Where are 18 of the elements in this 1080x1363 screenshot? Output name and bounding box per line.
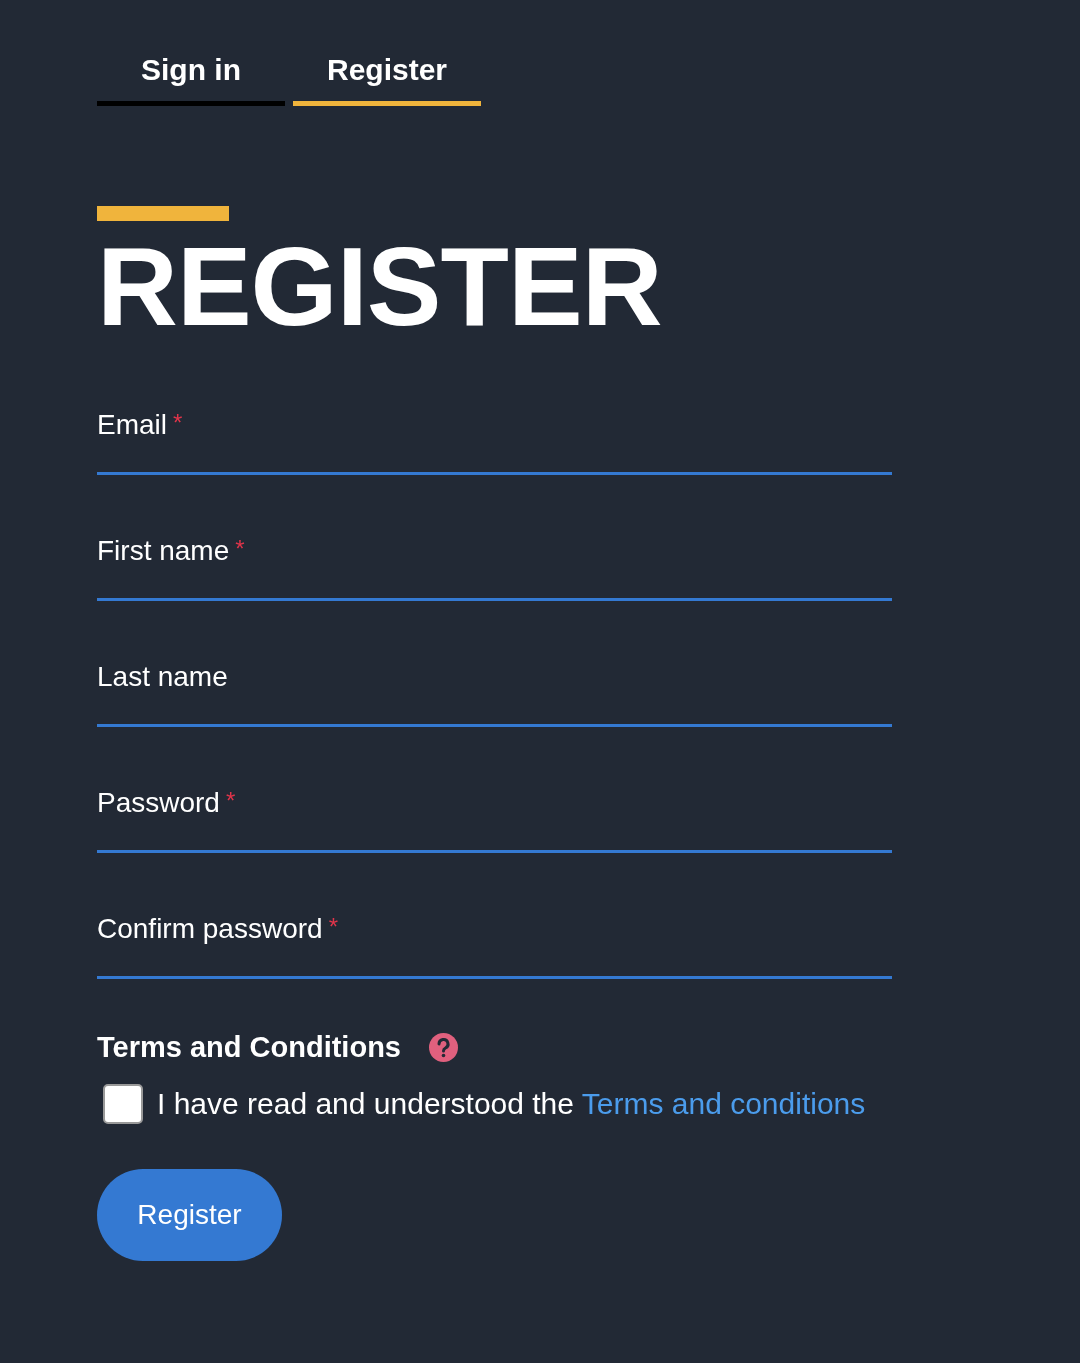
field-label: Confirm password [97, 913, 323, 945]
tab[interactable]: Sign in [97, 47, 285, 106]
register-button[interactable]: Register [97, 1169, 282, 1261]
page-heading: REGISTER [97, 231, 663, 343]
required-mark: * [328, 913, 338, 941]
field-label: Last name [97, 661, 228, 693]
field-label: Password [97, 787, 220, 819]
terms-link[interactable]: Terms and conditions [581, 1087, 866, 1120]
required-mark: * [225, 787, 236, 815]
tab[interactable]: Register [293, 47, 481, 106]
checkbox-label: I have read and understood the Terms and conditions [157, 1087, 866, 1121]
field-label: First name [97, 535, 230, 567]
required-mark: * [235, 535, 245, 563]
section-title: Terms and Conditions [97, 1031, 401, 1064]
help-icon[interactable] [429, 1033, 458, 1062]
required-mark: * [173, 409, 183, 437]
checkbox[interactable] [103, 1084, 143, 1124]
field-label: Email [97, 409, 167, 441]
